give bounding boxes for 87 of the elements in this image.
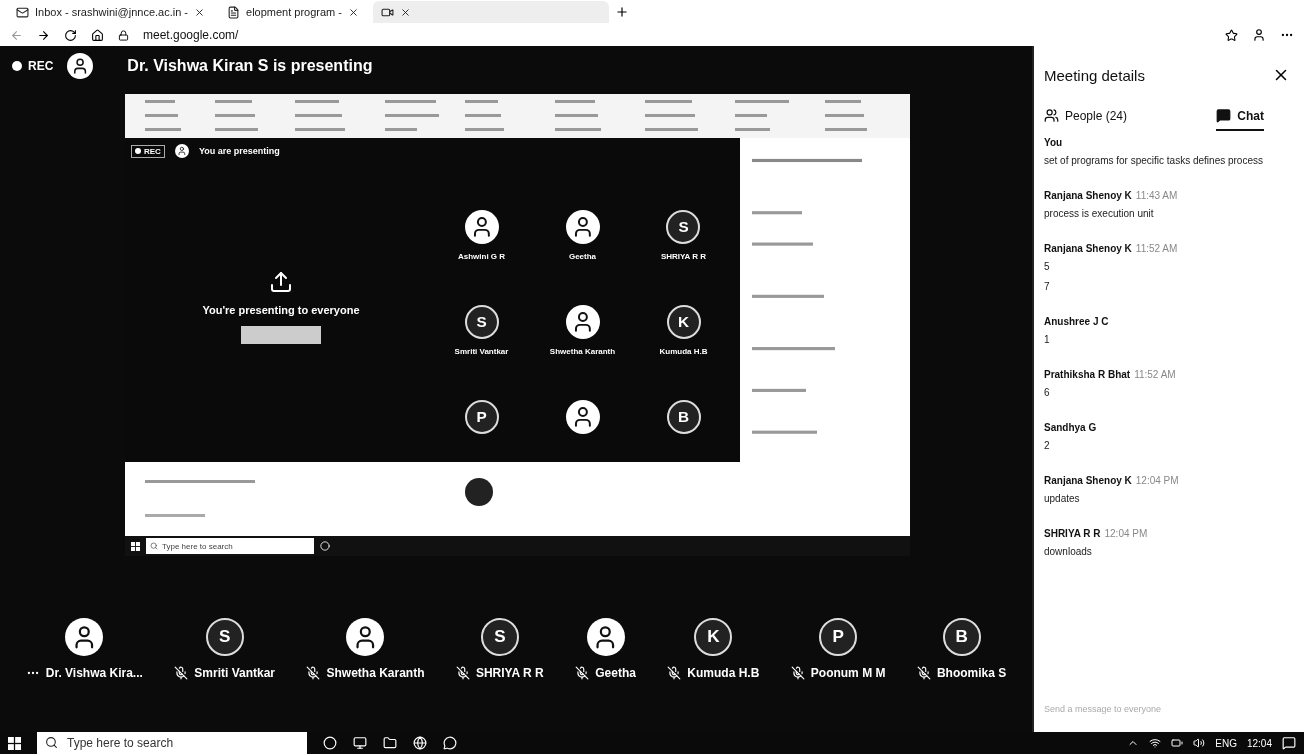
message-sender: SHRIYA R R 12:04 PM bbox=[1044, 528, 1149, 539]
participant-name: Kumuda H.B bbox=[659, 347, 708, 356]
participant-name: Geetha bbox=[568, 252, 597, 261]
participant-name: Shwetha Karanth bbox=[549, 347, 616, 356]
participant-name: Bhoomika S bbox=[916, 666, 1007, 680]
close-icon bbox=[400, 6, 411, 18]
recording-indicator: REC bbox=[131, 144, 165, 158]
avatar-letter: S bbox=[205, 618, 244, 656]
profile-icon bbox=[1252, 28, 1266, 42]
participant-name: Smriti Vantkar bbox=[174, 666, 276, 680]
message-text: 5 bbox=[1044, 260, 1051, 274]
chat-icon bbox=[443, 736, 457, 750]
avatar-letter: S bbox=[480, 618, 519, 656]
taskbar-search-field[interactable]: Type here to search bbox=[37, 732, 307, 754]
message-sender: Prathiksha R Bhat 11:52 AM bbox=[1044, 369, 1177, 380]
presenting-message: You're presenting to everyone bbox=[202, 304, 360, 316]
browser-tab[interactable]: elopment program - bbox=[219, 1, 367, 23]
search-icon bbox=[150, 542, 158, 550]
participant-name: Geetha bbox=[575, 666, 636, 680]
back-icon bbox=[10, 28, 23, 42]
present-screen-icon bbox=[269, 270, 293, 294]
message-text: 7 bbox=[1044, 280, 1051, 294]
presenter-title: Dr. Vishwa Kiran S is presenting bbox=[127, 57, 373, 75]
people-icon bbox=[1044, 108, 1059, 123]
windows-logo-icon bbox=[8, 736, 21, 750]
browser-tab[interactable]: Inbox - srashwini@jnnce.ac.in - bbox=[8, 1, 213, 23]
star-icon bbox=[1225, 28, 1238, 42]
participant-name: Ashwini G R bbox=[457, 252, 506, 261]
mail-icon bbox=[16, 5, 29, 19]
participant-name: Shwetha Karanth bbox=[306, 666, 425, 680]
message-sender: Ranjana Shenoy K 11:52 AM bbox=[1044, 243, 1179, 254]
participant-name: Dr. Vishwa Kira... bbox=[25, 666, 143, 680]
cortana-icon bbox=[323, 736, 337, 750]
avatar-letter: S bbox=[464, 305, 499, 339]
participant-name: SHRIYA R R bbox=[660, 252, 707, 261]
avatar-letter: P bbox=[464, 400, 499, 434]
chat-icon bbox=[1216, 108, 1232, 123]
participant-name: Kumuda H.B bbox=[667, 666, 760, 680]
clock[interactable]: 12:04 bbox=[1246, 737, 1272, 749]
avatar-letter: B bbox=[666, 400, 701, 434]
close-icon bbox=[348, 6, 359, 18]
document-icon bbox=[227, 5, 240, 19]
address-bar-url[interactable]: meet.google.com/ bbox=[143, 28, 239, 42]
close-icon bbox=[194, 6, 205, 18]
message-sender: Anushree J C bbox=[1044, 316, 1110, 327]
forward-icon bbox=[37, 28, 50, 42]
message-text: process is execution unit bbox=[1044, 207, 1155, 221]
message-text: 6 bbox=[1044, 386, 1051, 400]
lock-icon bbox=[118, 29, 129, 41]
reload-icon bbox=[64, 28, 77, 42]
participant-name: SHRIYA R R bbox=[455, 666, 544, 680]
message-text: updates bbox=[1044, 492, 1081, 506]
panel-title: Meeting details bbox=[1044, 66, 1145, 84]
message-text: 1 bbox=[1044, 333, 1051, 347]
notifications-icon bbox=[1282, 736, 1296, 750]
panel-tab[interactable]: Chat bbox=[1216, 104, 1264, 131]
browser-icon bbox=[413, 736, 427, 750]
avatar-letter: B bbox=[942, 618, 981, 656]
new-tab-icon bbox=[615, 5, 629, 19]
avatar-letter: K bbox=[666, 305, 701, 339]
panel-tab[interactable]: People (24) bbox=[1044, 104, 1128, 131]
message-text: set of programs for specific tasks defines process bbox=[1044, 154, 1264, 168]
message-text: 2 bbox=[1044, 439, 1051, 453]
language-indicator[interactable]: ENG bbox=[1215, 737, 1237, 749]
battery-icon bbox=[1171, 737, 1184, 749]
home-icon bbox=[91, 28, 104, 42]
task-view-icon bbox=[353, 736, 367, 750]
message-sender: You bbox=[1044, 137, 1064, 148]
chat-input[interactable]: Send a message to everyone bbox=[1044, 704, 1284, 714]
message-text: downloads bbox=[1044, 545, 1093, 559]
participant-name: Poonum M M bbox=[790, 666, 886, 680]
folder-icon bbox=[383, 736, 397, 750]
message-sender: Ranjana Shenoy K 12:04 PM bbox=[1044, 475, 1180, 486]
presenting-label: You are presenting bbox=[198, 146, 280, 156]
volume-icon bbox=[1193, 737, 1206, 749]
message-sender: Sandhya G bbox=[1044, 422, 1098, 433]
participant-name: Smriti Vantkar bbox=[454, 347, 509, 356]
avatar-letter: K bbox=[694, 618, 733, 656]
recording-indicator: REC bbox=[12, 59, 54, 73]
message-sender: Ranjana Shenoy K 11:43 AM bbox=[1044, 190, 1179, 201]
round-button[interactable] bbox=[465, 478, 493, 506]
avatar-letter: S bbox=[666, 210, 701, 244]
search-field[interactable]: Type here to search bbox=[146, 538, 314, 554]
avatar-letter: P bbox=[819, 618, 858, 656]
windows-logo-icon bbox=[131, 541, 140, 551]
search-icon bbox=[45, 736, 58, 749]
wifi-icon bbox=[1149, 737, 1162, 749]
